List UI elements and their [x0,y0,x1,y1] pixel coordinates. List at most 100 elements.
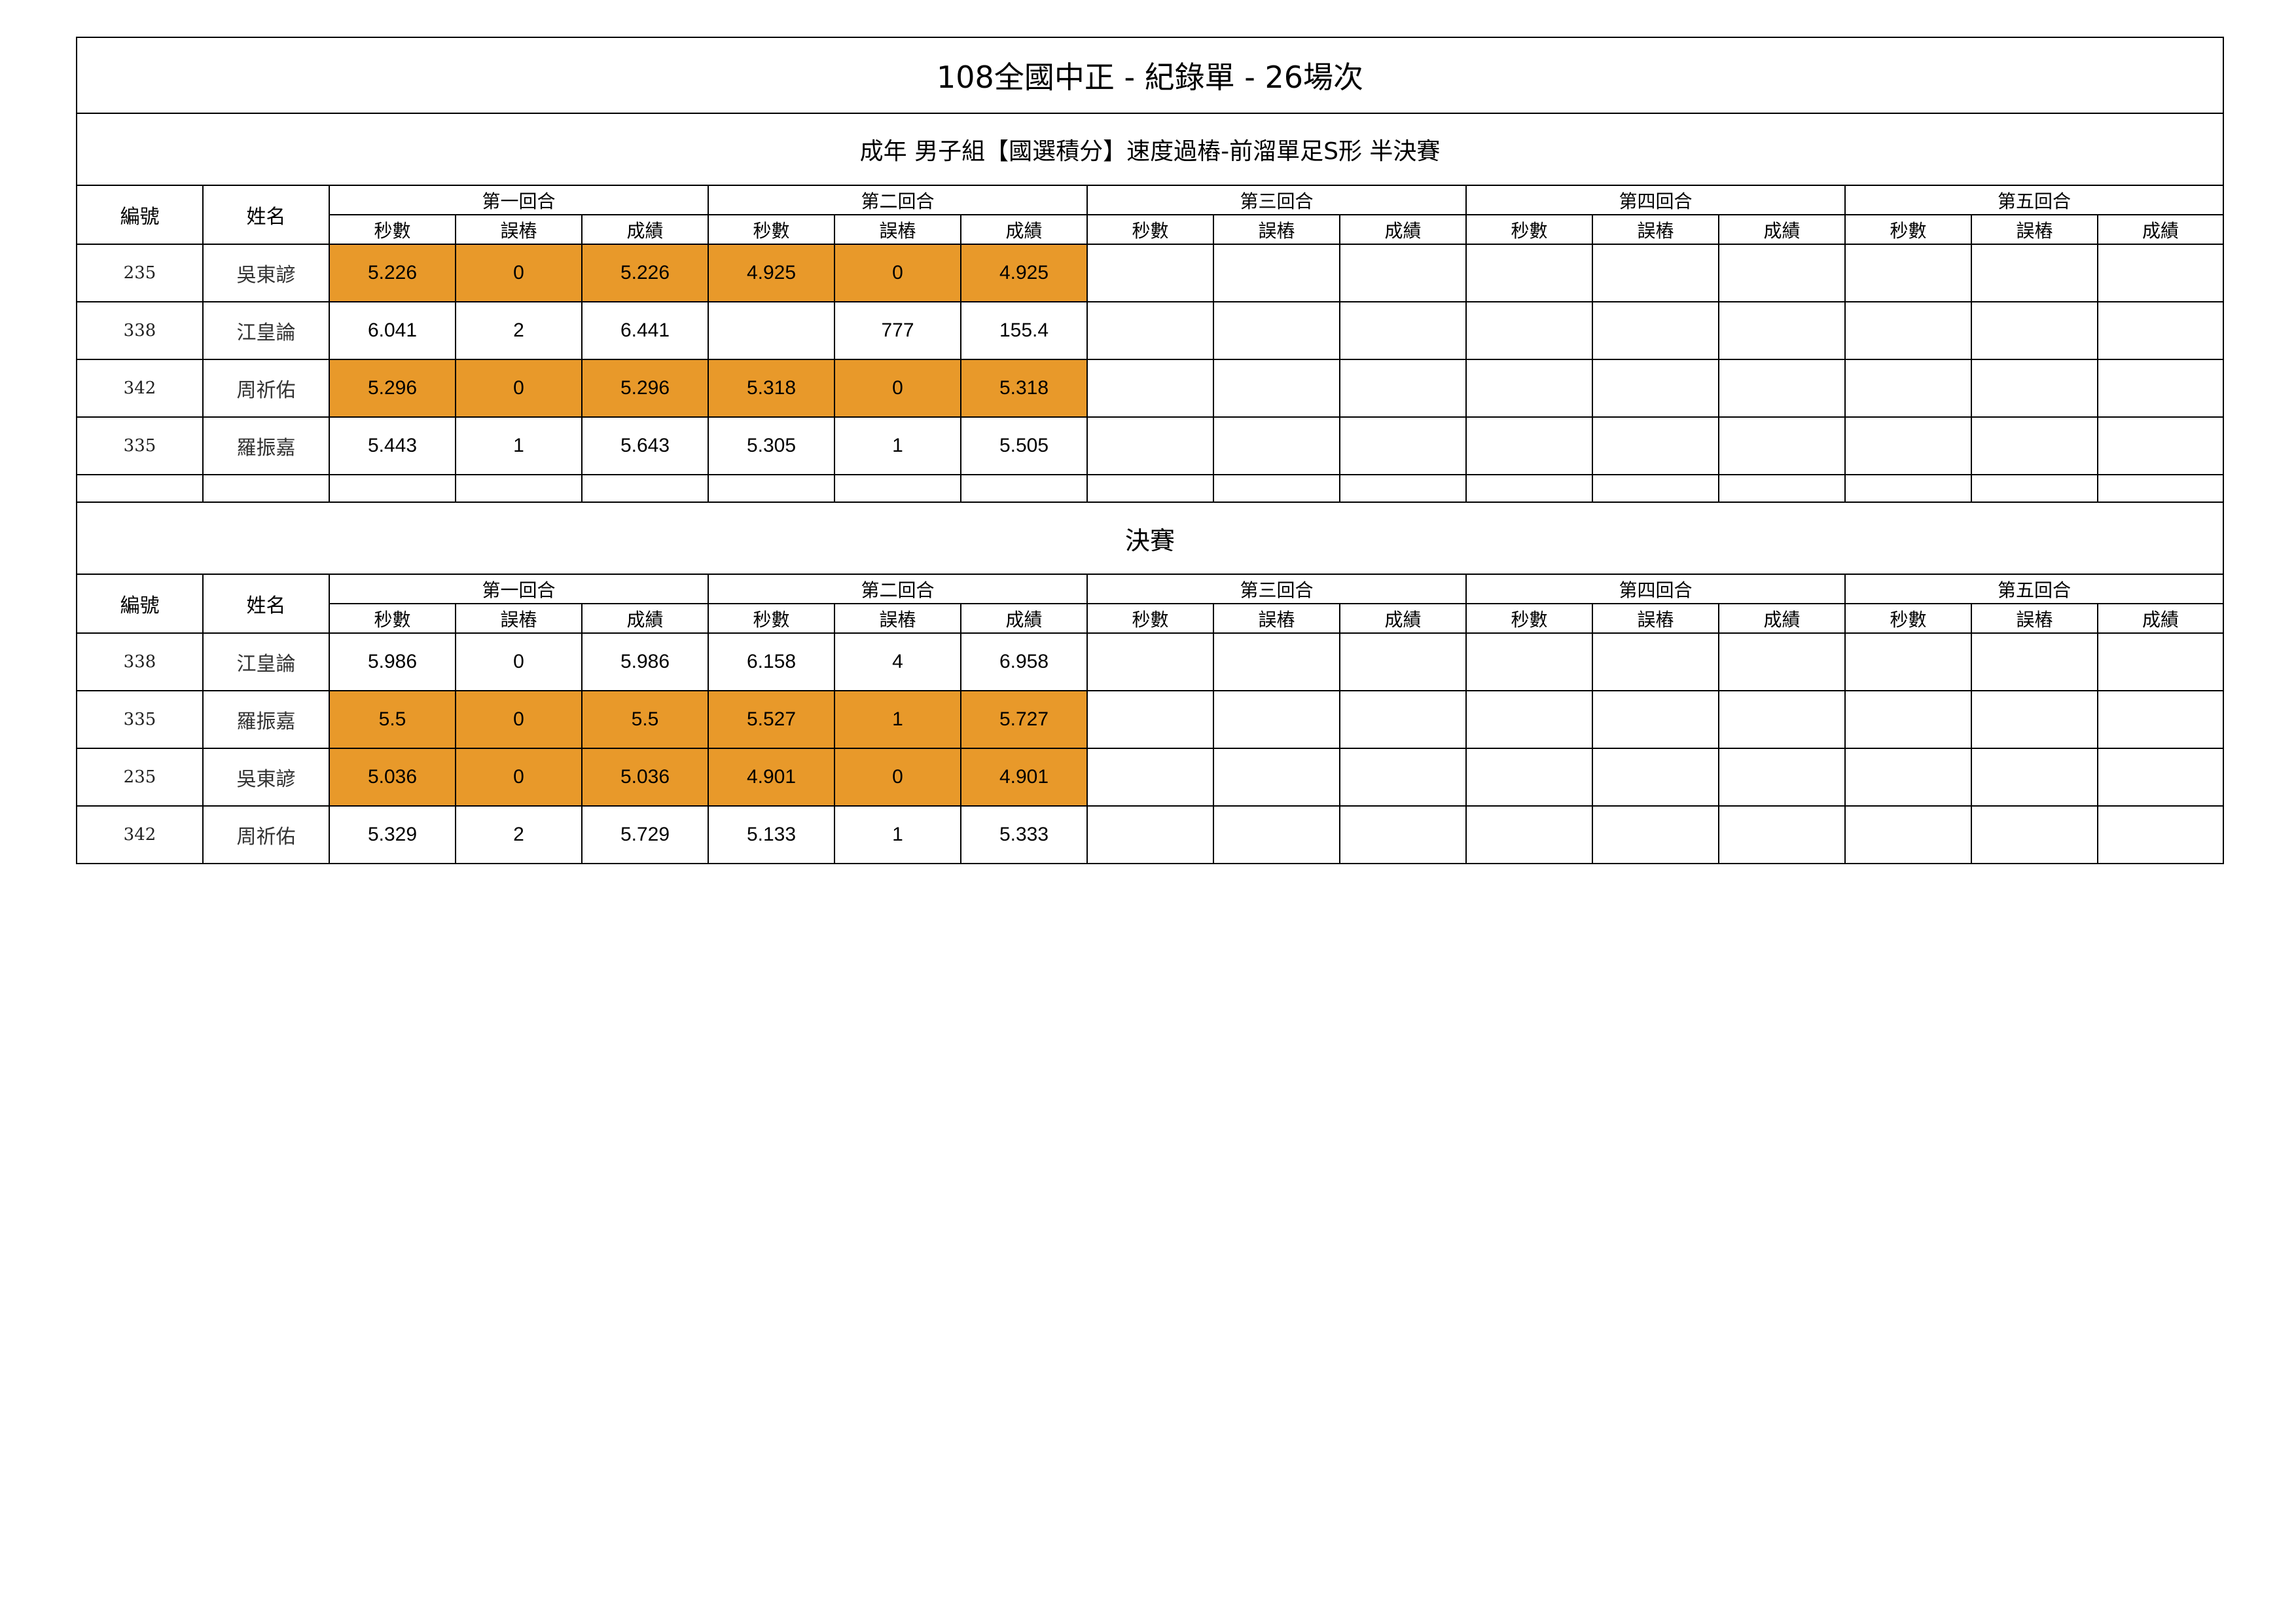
score-cell [1086,301,1214,360]
final-round-header: 第三回合 [1086,574,1467,604]
section-spacer [76,474,2225,503]
score-cell [708,301,835,360]
semifinal-sub-header: 秒數 [1465,214,1593,245]
score-cell: 6.441 [581,301,709,360]
score-cell [1718,359,1846,418]
score-cell [2096,359,2225,418]
final-sub-header: 成績 [2096,603,2225,634]
score-cell: 1 [834,416,961,475]
table-row: 338 江皇論 5.986 0 5.986 6.158 4 6.958 [76,632,2225,691]
score-cell [1339,748,1467,807]
score-cell: 2 [455,805,583,864]
score-cell [2096,805,2225,864]
semifinal-sub-header: 秒數 [329,214,456,245]
score-cell [1339,690,1467,749]
score-cell: 4 [834,632,961,691]
score-cell: 0 [455,632,583,691]
score-cell: 5.036 [581,748,709,807]
score-cell [1844,632,1972,691]
score-cell [1971,690,2098,749]
score-cell: 5.443 [329,416,456,475]
semifinal-sub-header: 成績 [1718,214,1846,245]
score-cell [1086,805,1214,864]
table-row: 235 吳東諺 5.036 0 5.036 4.901 0 4.901 [76,748,2225,807]
score-cell: 5.318 [708,359,835,418]
athlete-id: 335 [76,416,204,475]
score-cell [1213,690,1340,749]
final-header-id: 編號 [76,574,204,634]
score-cell [1465,632,1593,691]
final-round-header: 第二回合 [708,574,1088,604]
semifinal-header-id: 編號 [76,185,204,245]
score-cell: 4.925 [960,244,1088,302]
score-cell: 5.527 [708,690,835,749]
page-title: 108全國中正 - 紀錄單 - 26場次 [75,37,2225,114]
spacer-cell [1465,474,1593,503]
spacer-cell [1213,474,1340,503]
score-cell [1213,416,1340,475]
score-cell [1213,244,1340,302]
score-cell [1971,632,2098,691]
score-cell [1844,359,1972,418]
score-cell: 777 [834,301,961,360]
score-cell [1844,244,1972,302]
spacer-cell [1718,474,1846,503]
table-row: 335 羅振嘉 5.5 0 5.5 5.527 1 5.727 [76,690,2225,749]
athlete-id: 235 [76,748,204,807]
spacer-cell [455,474,583,503]
score-cell [1465,748,1593,807]
table-row: 235 吳東諺 5.226 0 5.226 4.925 0 4.925 [76,244,2225,302]
score-cell [1844,748,1972,807]
final-title: 決賽 [75,501,2225,575]
score-cell [1592,359,1719,418]
score-cell: 5.727 [960,690,1088,749]
spacer-cell [329,474,456,503]
score-cell: 0 [455,690,583,749]
score-cell [1971,301,2098,360]
athlete-id: 235 [76,244,204,302]
final-title-row: 決賽 [75,501,2225,575]
score-cell: 4.901 [708,748,835,807]
table-row: 342 周祈佑 5.329 2 5.729 5.133 1 5.333 [76,805,2225,864]
score-cell: 5.986 [581,632,709,691]
score-cell: 5.226 [581,244,709,302]
score-cell [1213,748,1340,807]
spacer-cell [1971,474,2098,503]
spacer-cell [1592,474,1719,503]
semifinal-sub-header: 成績 [2096,214,2225,245]
record-table-body: 108全國中正 - 紀錄單 - 26場次 成年 男子組【國選積分】速度過樁-前溜… [75,37,2225,864]
athlete-name: 江皇論 [202,632,330,691]
final-round-header: 第四回合 [1465,574,1846,604]
semifinal-sub-header: 誤樁 [834,214,961,245]
spacer-cell [581,474,709,503]
score-cell [1592,632,1719,691]
score-cell [1465,244,1593,302]
athlete-id: 342 [76,359,204,418]
final-header-sub: 秒數 誤樁 成績 秒數 誤樁 成績 秒數 誤樁 成績 秒數 誤樁 成績 秒數 誤樁 成績 [77,603,2225,634]
score-cell: 5.133 [708,805,835,864]
final-sub-header: 秒數 [1465,603,1593,634]
score-cell [1718,748,1846,807]
score-cell: 5.986 [329,632,456,691]
score-cell [1465,359,1593,418]
score-cell [1592,244,1719,302]
athlete-id: 338 [76,301,204,360]
final-sub-header: 秒數 [1844,603,1972,634]
athlete-name: 羅振嘉 [202,690,330,749]
score-cell: 5.296 [329,359,456,418]
final-sub-header: 成績 [581,603,709,634]
final-sub-header: 誤樁 [1971,603,2098,634]
score-cell: 6.041 [329,301,456,360]
final-sub-header: 誤樁 [1592,603,1719,634]
spacer-cell [76,474,204,503]
score-cell: 2 [455,301,583,360]
semifinal-round-header: 第五回合 [1844,185,2225,215]
score-cell [1844,301,1972,360]
score-cell: 6.158 [708,632,835,691]
score-cell [1844,805,1972,864]
score-cell: 0 [834,748,961,807]
athlete-name: 周祈佑 [202,359,330,418]
score-cell: 0 [455,359,583,418]
semifinal-sub-header: 誤樁 [1971,214,2098,245]
score-cell: 1 [834,805,961,864]
